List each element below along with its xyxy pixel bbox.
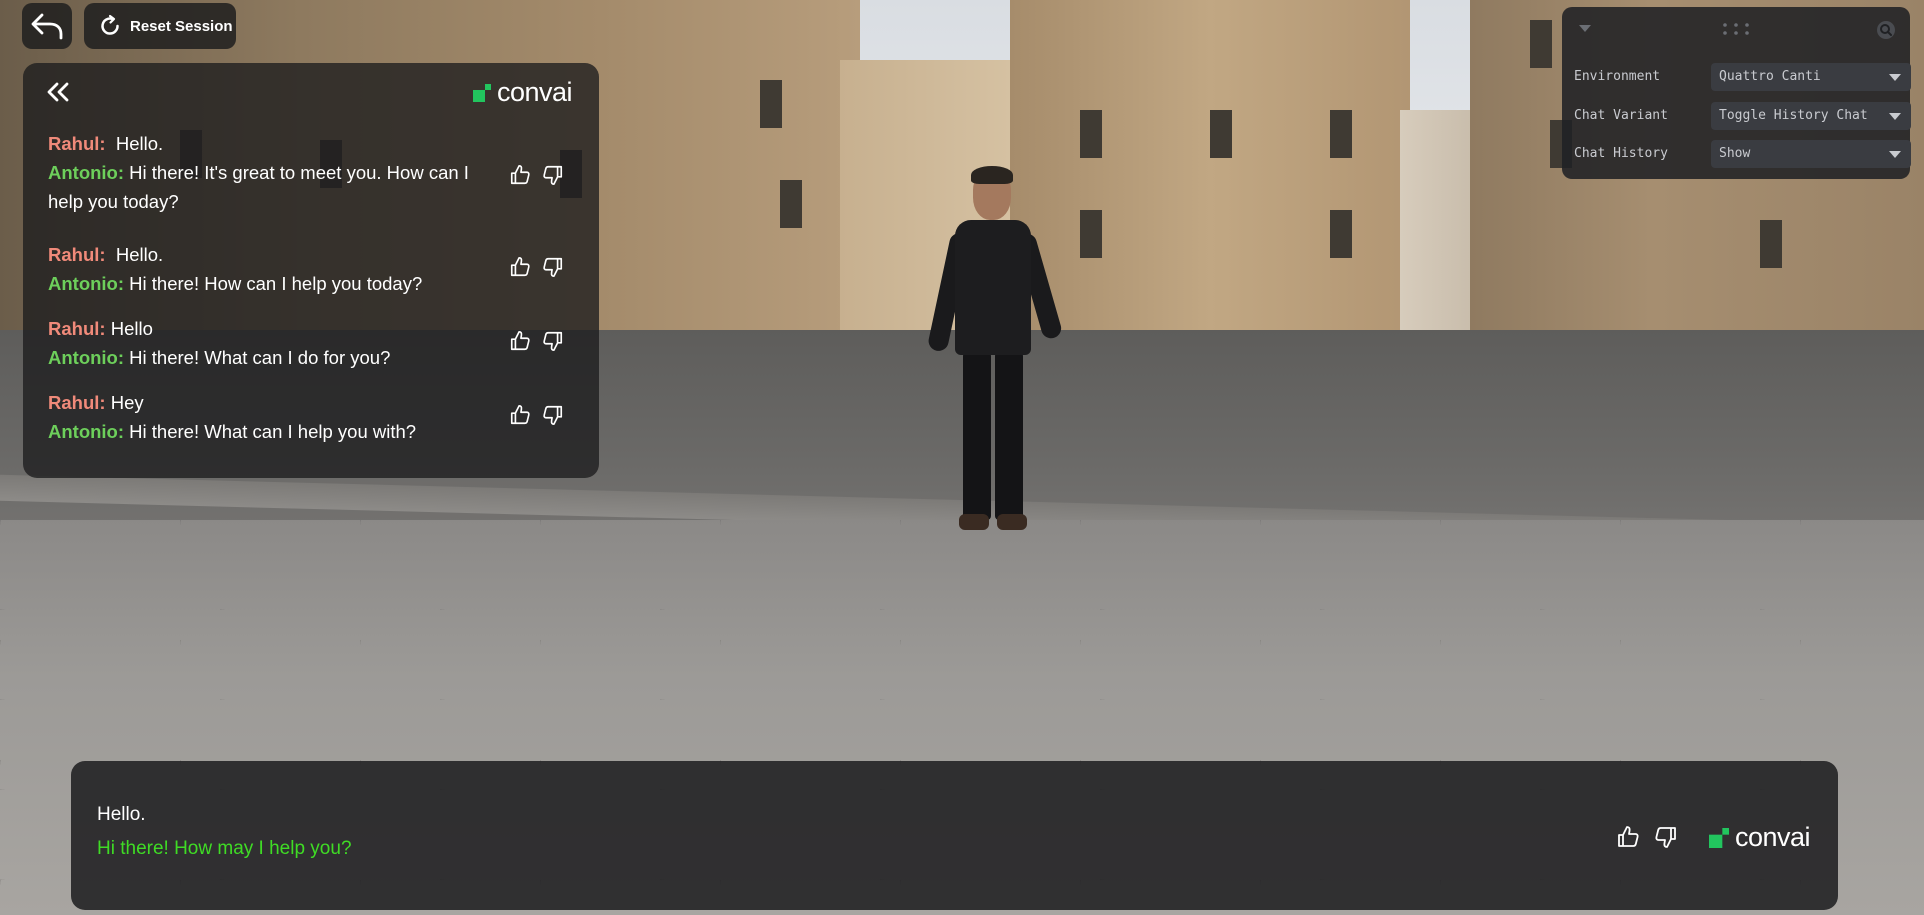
dropdown-arrow-icon <box>1889 74 1901 81</box>
collapse-history-button[interactable] <box>45 75 85 109</box>
chat-history-list: Rahul: Hello. Antonio: Hi there! It's gr… <box>48 129 578 462</box>
thumbs-up-icon[interactable] <box>509 404 531 426</box>
setting-row-chat-variant: Chat Variant Toggle History Chat <box>1574 102 1911 130</box>
environment-select[interactable]: Quattro Canti <box>1711 63 1911 91</box>
setting-row-environment: Environment Quattro Canti <box>1574 63 1911 91</box>
subtitle-npc-line: Hi there! How may I help you? <box>97 838 352 859</box>
refresh-icon <box>101 14 119 35</box>
dropdown-arrow-icon <box>1889 151 1901 158</box>
user-name: Rahul: <box>48 318 106 339</box>
feedback-buttons <box>509 330 564 352</box>
thumbs-down-icon[interactable] <box>542 404 564 426</box>
user-name: Rahul: <box>48 244 106 265</box>
setting-row-chat-history: Chat History Show <box>1574 140 1911 168</box>
thumbs-down-icon[interactable] <box>542 164 564 186</box>
search-icon[interactable] <box>1876 20 1896 40</box>
user-name: Rahul: <box>48 133 106 154</box>
thumbs-up-icon[interactable] <box>509 330 531 352</box>
thumbs-up-icon[interactable] <box>1616 825 1640 849</box>
npc-message: Hi there! How can I help you today? <box>129 273 423 294</box>
npc-message: Hi there! What can I help you with? <box>129 421 417 442</box>
undo-arrow-icon <box>31 13 63 40</box>
user-message: Hello. <box>115 244 164 265</box>
reset-session-label: Reset Session <box>130 17 233 35</box>
user-name: Rahul: <box>48 392 106 413</box>
convai-logo-icon <box>1708 827 1729 848</box>
thumbs-up-icon[interactable] <box>509 164 531 186</box>
settings-header <box>1562 7 1910 51</box>
settings-panel: Environment Quattro Canti Chat Variant T… <box>1562 7 1911 179</box>
thumbs-down-icon[interactable] <box>542 330 564 352</box>
chat-history-item: Rahul: Hello. Antonio: Hi there! It's gr… <box>48 129 578 216</box>
feedback-buttons <box>1616 825 1678 849</box>
convai-logo: convai <box>1708 822 1811 853</box>
building-center <box>1010 0 1410 350</box>
feedback-buttons <box>509 256 564 278</box>
collapse-caret-icon[interactable] <box>1578 24 1592 33</box>
thumbs-up-icon[interactable] <box>509 256 531 278</box>
npc-message: Hi there! What can I do for you? <box>129 347 391 368</box>
back-button[interactable] <box>22 3 72 49</box>
thumbs-down-icon[interactable] <box>1654 825 1678 849</box>
user-message: Hello <box>110 318 153 339</box>
chat-history-item: Rahul: Hello. Antonio: Hi there! How can… <box>48 240 578 298</box>
npc-name: Antonio: <box>48 347 125 368</box>
npc-name: Antonio: <box>48 421 125 442</box>
chat-history-item: Rahul: Hello Antonio: Hi there! What can… <box>48 314 578 372</box>
select-value: Toggle History Chat <box>1719 108 1868 123</box>
setting-label: Chat Variant <box>1574 108 1668 123</box>
convai-logo: convai <box>472 77 573 108</box>
chat-variant-select[interactable]: Toggle History Chat <box>1711 102 1911 130</box>
convai-logo-icon <box>472 83 491 102</box>
setting-label: Chat History <box>1574 146 1668 161</box>
user-message: Hello. <box>115 133 164 154</box>
npc-name: Antonio: <box>48 273 125 294</box>
user-message: Hey <box>110 392 144 413</box>
chat-history-item: Rahul: Hey Antonio: Hi there! What can I… <box>48 388 578 446</box>
subtitle-bar: Hello. Hi there! How may I help you? con… <box>71 761 1838 910</box>
select-value: Quattro Canti <box>1719 69 1821 84</box>
select-value: Show <box>1719 146 1751 161</box>
convai-logo-text: convai <box>1734 822 1811 852</box>
subtitle-user-line: Hello. <box>97 804 146 825</box>
double-chevron-left-icon <box>47 82 69 102</box>
npc-name: Antonio: <box>48 162 125 183</box>
dropdown-arrow-icon <box>1889 113 1901 120</box>
chat-history-panel: convai Rahul: Hello. Antonio: Hi there! … <box>23 63 599 478</box>
feedback-buttons <box>509 164 564 186</box>
setting-label: Environment <box>1574 69 1661 84</box>
feedback-buttons <box>509 404 564 426</box>
npc-character-antonio[interactable] <box>925 166 1065 535</box>
convai-logo-text: convai <box>496 77 573 107</box>
drag-handle-icon[interactable] <box>1722 22 1750 36</box>
chat-history-select[interactable]: Show <box>1711 140 1911 168</box>
thumbs-down-icon[interactable] <box>542 256 564 278</box>
reset-session-button[interactable]: Reset Session <box>84 3 236 49</box>
